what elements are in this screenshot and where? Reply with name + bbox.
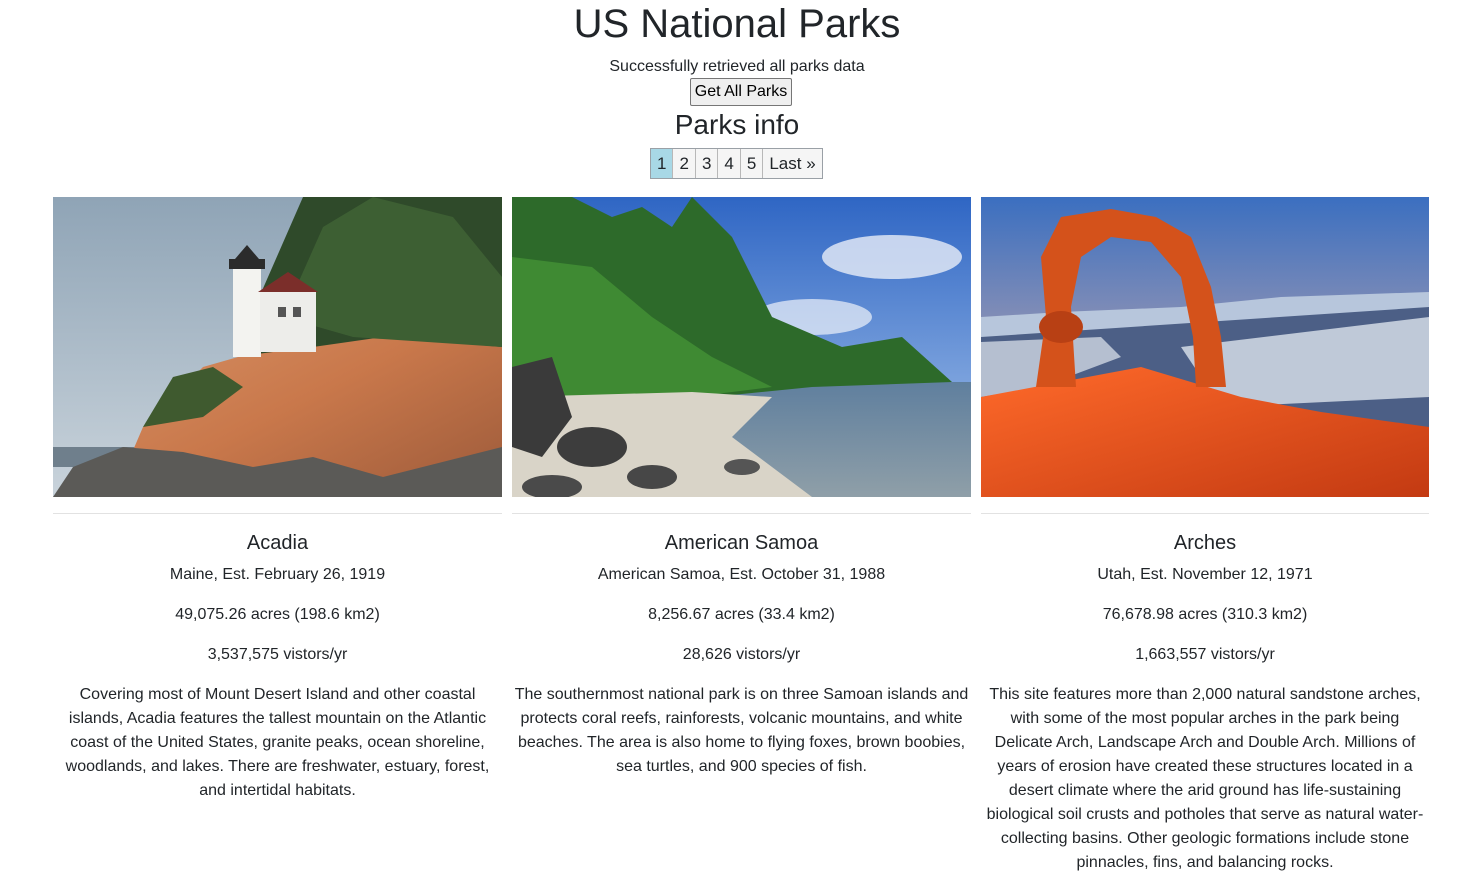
park-description: Covering most of Mount Desert Island and… — [65, 686, 490, 799]
page-button-last[interactable]: Last » — [763, 149, 822, 178]
park-visitors: 3,537,575 vistors/yr — [207, 646, 348, 663]
page-button-3[interactable]: 3 — [695, 149, 719, 178]
park-name: Acadia — [246, 532, 309, 554]
page-title: US National Parks — [573, 2, 901, 46]
page-button-1[interactable]: 1 — [651, 149, 674, 178]
pagination: 1 2 3 4 5 Last » — [650, 148, 823, 179]
card-divider — [53, 513, 502, 514]
park-established: American Samoa, Est. October 31, 1988 — [597, 566, 886, 583]
page-button-5[interactable]: 5 — [740, 149, 764, 178]
status-message: Successfully retrieved all parks data — [609, 58, 865, 75]
park-image-american-samoa — [512, 197, 971, 497]
park-card-arches: Arches Utah, Est. November 12, 1971 76,6… — [981, 197, 1429, 875]
page-button-2[interactable]: 2 — [673, 149, 696, 178]
park-card-american-samoa: American Samoa American Samoa, Est. Octo… — [512, 197, 971, 779]
park-image-arches — [981, 197, 1429, 497]
park-area: 49,075.26 acres (198.6 km2) — [175, 606, 380, 623]
park-image-acadia — [53, 197, 502, 497]
park-area: 76,678.98 acres (310.3 km2) — [1102, 606, 1308, 623]
park-area: 8,256.67 acres (33.4 km2) — [648, 606, 835, 623]
park-established: Utah, Est. November 12, 1971 — [1097, 566, 1313, 583]
park-card-acadia: Acadia Maine, Est. February 26, 1919 49,… — [53, 197, 502, 803]
park-name: American Samoa — [664, 532, 819, 554]
page-button-4[interactable]: 4 — [718, 149, 741, 178]
park-visitors: 28,626 vistors/yr — [682, 646, 801, 663]
park-visitors: 1,663,557 vistors/yr — [1135, 646, 1275, 663]
park-description: The southernmost national park is on thr… — [514, 686, 969, 775]
section-title: Parks info — [674, 109, 800, 140]
park-established: Maine, Est. February 26, 1919 — [169, 566, 386, 583]
park-description: This site features more than 2,000 natur… — [986, 686, 1424, 871]
park-name: Arches — [1173, 532, 1237, 554]
get-all-parks-button[interactable]: Get All Parks — [690, 78, 792, 106]
card-divider — [512, 513, 971, 514]
card-divider — [981, 513, 1429, 514]
